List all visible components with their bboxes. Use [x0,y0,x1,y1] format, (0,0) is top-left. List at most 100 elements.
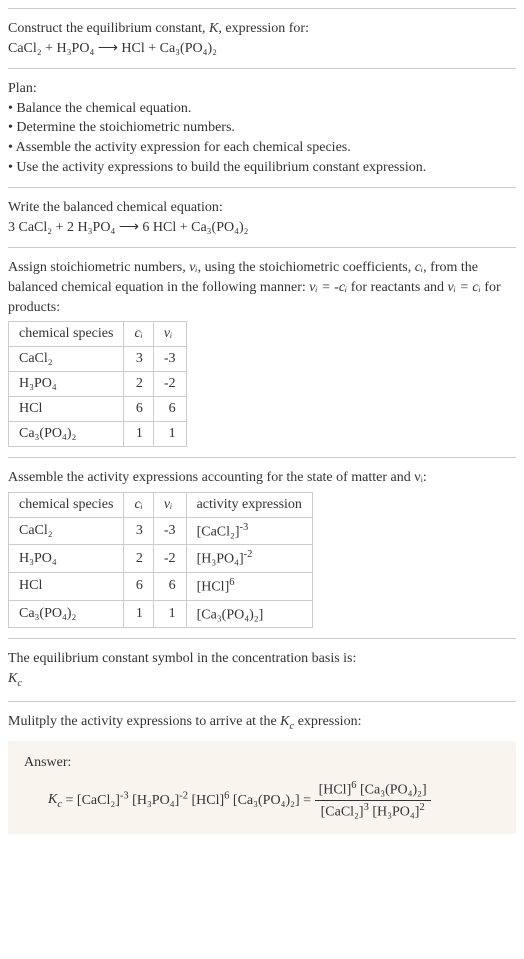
td-species: CaCl₂ [9,347,124,372]
td-nui: -3 [153,347,186,372]
td-species: H₃PO₄ [9,545,124,573]
answer-t4: [Ca₃(PO₄)₂] = [229,792,314,807]
unbalanced-equation: CaCl₂ + H₃PO₄ ⟶ HCl + Ca₃(PO₄)₂ [8,39,516,59]
td-nui: -2 [153,372,186,397]
td-nui: 1 [153,600,186,628]
answer-t2: [H₃PO₄] [129,792,180,807]
table-row: CaCl₂ 3 -3 [9,347,187,372]
eqconst-section: The equilibrium constant symbol in the c… [8,638,516,701]
fd1: [CaCl₂] [321,804,364,819]
frac-numerator: [HCl]6 [Ca₃(PO₄)₂] [315,779,431,801]
expr-base: [HCl] [197,580,230,595]
Kc-sub: c [17,678,22,689]
multiply-section: Mulitply the activity expressions to arr… [8,701,516,844]
expr-base: [Ca₃(PO₄)₂] [197,607,264,622]
td-species: HCl [9,573,124,601]
stoich-t1: Assign stoichiometric numbers, [8,260,189,275]
title-text-end: , expression for: [218,21,309,36]
expr-base: [CaCl₂] [197,524,240,539]
stoich-text: Assign stoichiometric numbers, νᵢ, using… [8,258,516,317]
balanced-heading: Write the balanced chemical equation: [8,198,516,218]
eqconst-symbol: Kc [8,669,516,691]
table-row: Ca₃(PO₄)₂ 1 1 [9,422,187,447]
td-ci: 3 [124,517,153,545]
title-K: K [209,21,218,36]
expr-exp: -2 [244,549,253,560]
stoich-eq1: νᵢ = -cᵢ [309,280,347,295]
plan-item: • Assemble the activity expression for e… [8,138,516,158]
activity-heading: Assemble the activity expressions accoun… [8,468,516,488]
answer-box: Answer: Kc = [CaCl₂]-3 [H₃PO₄]-2 [HCl]6 … [8,741,516,834]
td-species: HCl [9,397,124,422]
Kc-K: K [48,792,57,807]
expr-exp: -3 [240,522,249,533]
Kc-K: K [8,671,17,686]
answer-fraction: [HCl]6 [Ca₃(PO₄)₂][CaCl₂]3 [H₃PO₄]2 [315,779,431,823]
activity-table: chemical species cᵢ νᵢ activity expressi… [8,492,313,629]
td-nui: 6 [153,573,186,601]
stoich-ci: cᵢ [415,260,423,275]
table-row: CaCl₂ 3 -3 [CaCl₂]-3 [9,517,313,545]
plan-item: • Determine the stoichiometric numbers. [8,118,516,138]
th-activity: activity expression [186,492,312,517]
plan-item: • Balance the chemical equation. [8,99,516,119]
th-ci: cᵢ [124,322,153,347]
th-ci: cᵢ [124,492,153,517]
fd2: [H₃PO₄] [369,804,420,819]
fn2: [Ca₃(PO₄)₂] [356,782,426,797]
td-activity: [Ca₃(PO₄)₂] [186,600,312,628]
multiply-Kc: Kc [280,714,294,729]
th-nui: νᵢ [153,322,186,347]
expr-exp: 6 [229,577,234,588]
td-ci: 2 [124,372,153,397]
td-nui: 6 [153,397,186,422]
fn1: [HCl] [319,782,352,797]
stoich-nui: νᵢ [189,260,197,275]
answer-Kc: Kc [48,792,62,807]
stoich-t4: for reactants and [347,280,447,295]
td-ci: 3 [124,347,153,372]
td-species: Ca₃(PO₄)₂ [9,600,124,628]
answer-t3: [HCl] [188,792,224,807]
answer-exp2: -2 [179,790,188,801]
th-species: chemical species [9,492,124,517]
th-nui: νᵢ [153,492,186,517]
multiply-t2: expression: [294,714,361,729]
answer-exp1: -3 [120,790,129,801]
stoich-section: Assign stoichiometric numbers, νᵢ, using… [8,247,516,457]
table-row: Ca₃(PO₄)₂ 1 1 [Ca₃(PO₄)₂] [9,600,313,628]
td-nui: 1 [153,422,186,447]
th-species: chemical species [9,322,124,347]
balanced-equation: 3 CaCl₂ + 2 H₃PO₄ ⟶ 6 HCl + Ca₃(PO₄)₂ [8,218,516,238]
td-nui: -3 [153,517,186,545]
stoich-eq2: νᵢ = cᵢ [448,280,481,295]
multiply-t1: Mulitply the activity expressions to arr… [8,714,280,729]
expr-base: [H₃PO₄] [197,552,244,567]
td-species: CaCl₂ [9,517,124,545]
td-ci: 1 [124,600,153,628]
td-ci: 6 [124,397,153,422]
td-ci: 6 [124,573,153,601]
td-species: Ca₃(PO₄)₂ [9,422,124,447]
td-activity: [CaCl₂]-3 [186,517,312,545]
answer-t1: = [CaCl₂] [62,792,120,807]
title-text: Construct the equilibrium constant, [8,21,209,36]
stoich-table: chemical species cᵢ νᵢ CaCl₂ 3 -3 H₃PO₄ … [8,321,187,447]
plan-item: • Use the activity expressions to build … [8,158,516,178]
table-row: HCl 6 6 [HCl]6 [9,573,313,601]
fd2e: 2 [419,802,424,813]
activity-section: Assemble the activity expressions accoun… [8,457,516,638]
eqconst-text: The equilibrium constant symbol in the c… [8,649,516,669]
td-species: H₃PO₄ [9,372,124,397]
header-section: Construct the equilibrium constant, K, e… [8,8,516,68]
stoich-t2: , using the stoichiometric coefficients, [198,260,415,275]
answer-equation: Kc = [CaCl₂]-3 [H₃PO₄]-2 [HCl]6 [Ca₃(PO₄… [24,779,500,823]
balanced-section: Write the balanced chemical equation: 3 … [8,187,516,247]
td-activity: [HCl]6 [186,573,312,601]
table-header-row: chemical species cᵢ νᵢ [9,322,187,347]
td-ci: 2 [124,545,153,573]
table-header-row: chemical species cᵢ νᵢ activity expressi… [9,492,313,517]
multiply-text: Mulitply the activity expressions to arr… [8,712,516,734]
table-row: HCl 6 6 [9,397,187,422]
Kc-K: K [280,714,289,729]
